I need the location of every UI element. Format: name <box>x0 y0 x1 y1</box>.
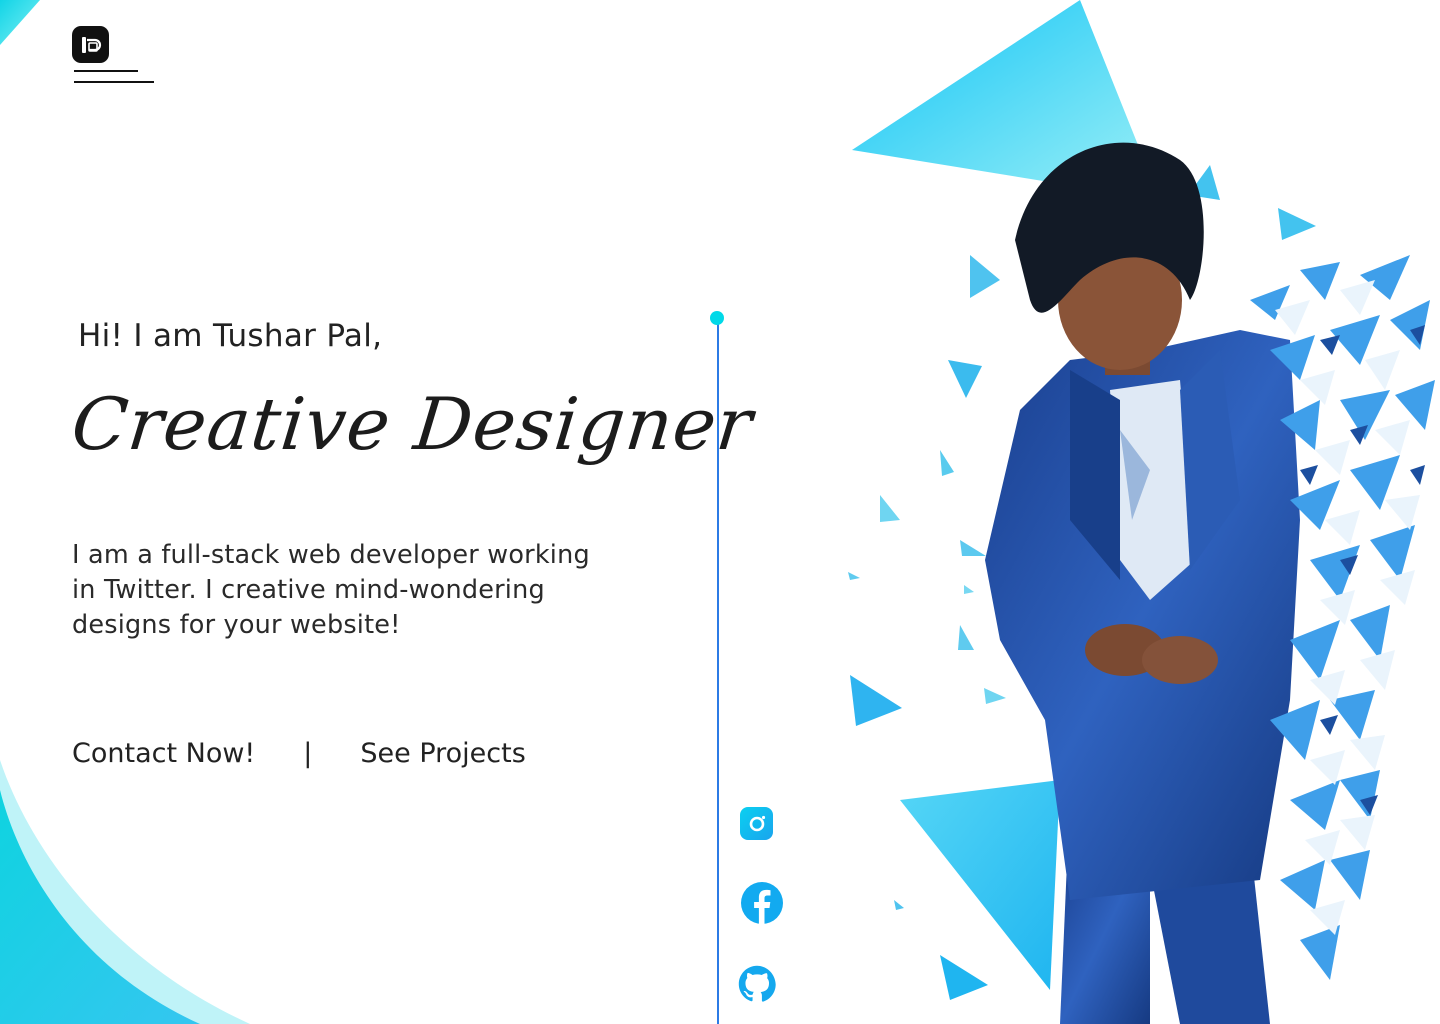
instagram-icon[interactable] <box>740 807 773 840</box>
hero-role-title: Creative Designer <box>68 382 757 466</box>
corner-shape <box>0 0 40 45</box>
contact-now-link[interactable]: Contact Now! <box>72 738 255 769</box>
divider-dot <box>710 311 724 325</box>
decor-wave <box>0 760 250 1024</box>
facebook-icon[interactable] <box>740 881 784 925</box>
github-icon[interactable] <box>738 965 776 1003</box>
hero-bio: I am a full-stack web developer working … <box>72 540 590 640</box>
see-projects-link[interactable]: See Projects <box>360 738 525 769</box>
cta-group: Contact Now! | See Projects <box>72 738 526 769</box>
cta-separator: | <box>303 738 313 769</box>
vertical-divider <box>717 322 719 1024</box>
hamburger-menu-icon[interactable] <box>74 70 156 86</box>
tp-logo-icon[interactable] <box>72 26 109 63</box>
hero-portrait-illustration <box>848 0 1435 1024</box>
hero-greeting: Hi! I am Tushar Pal, <box>78 318 383 354</box>
